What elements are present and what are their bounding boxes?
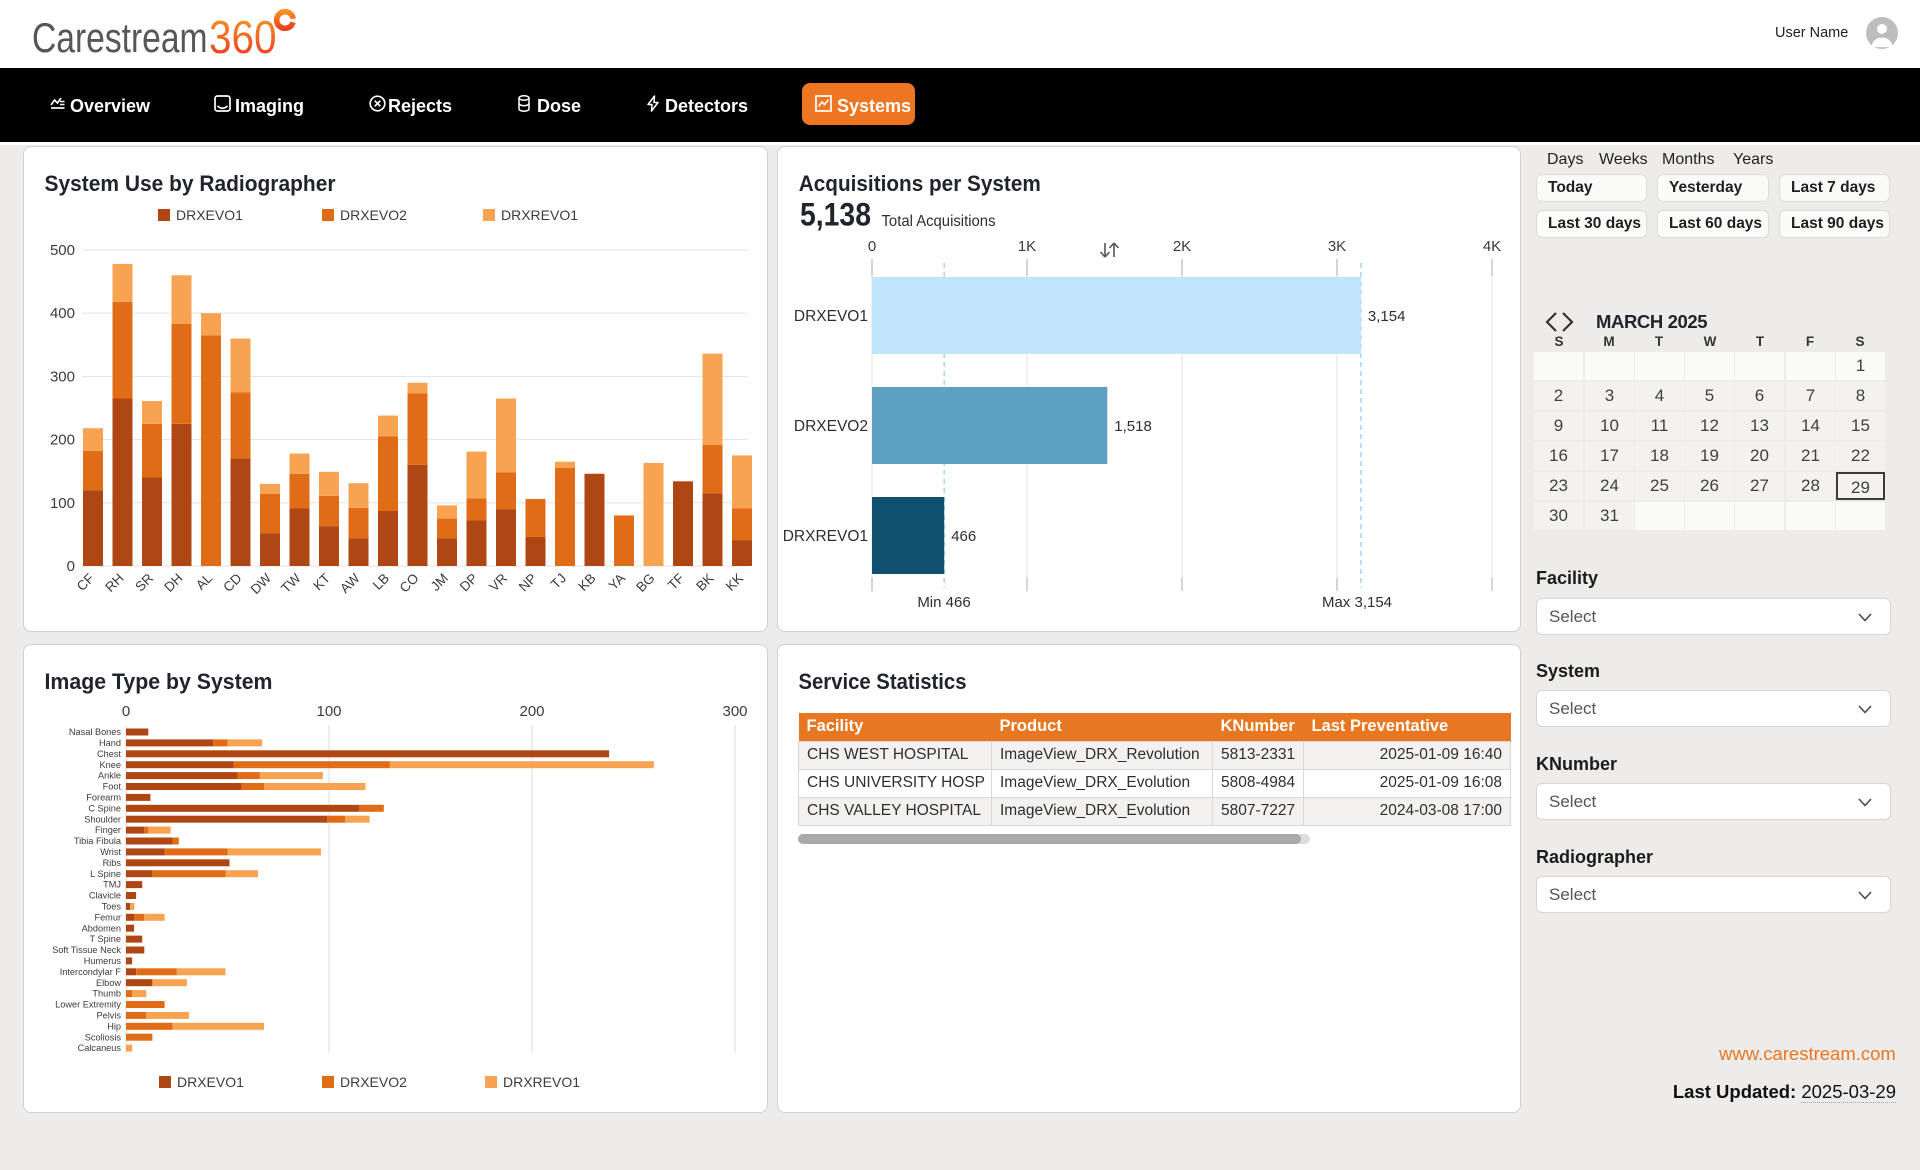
svg-text:Acquisitions per System: Acquisitions per System xyxy=(799,171,1041,196)
svg-text:200: 200 xyxy=(50,432,75,449)
svg-text:Toes: Toes xyxy=(102,902,122,912)
svg-text:Scoliosis: Scoliosis xyxy=(85,1032,122,1042)
svg-text:CO: CO xyxy=(397,571,422,596)
svg-text:Lower Extremity: Lower Extremity xyxy=(55,1000,121,1010)
svg-text:DP: DP xyxy=(457,571,481,595)
svg-text:SR: SR xyxy=(132,570,156,594)
svg-text:DH: DH xyxy=(161,571,185,595)
svg-text:Calcaneus: Calcaneus xyxy=(78,1043,122,1053)
svg-text:TF: TF xyxy=(665,571,687,593)
svg-text:Abdomen: Abdomen xyxy=(82,923,121,933)
svg-text:4K: 4K xyxy=(1483,238,1501,255)
svg-text:DW: DW xyxy=(248,570,275,597)
svg-text:AL: AL xyxy=(193,570,216,593)
svg-text:1,518: 1,518 xyxy=(1114,418,1152,435)
svg-text:DRXEVO2: DRXEVO2 xyxy=(340,1074,407,1090)
svg-text:Chest: Chest xyxy=(97,749,121,759)
svg-text:Foot: Foot xyxy=(103,782,122,792)
svg-text:DRXEVO2: DRXEVO2 xyxy=(340,207,407,223)
svg-text:3K: 3K xyxy=(1328,238,1346,255)
svg-text:CD: CD xyxy=(220,570,245,595)
svg-text:DRXEVO1: DRXEVO1 xyxy=(176,207,243,223)
svg-text:TMJ: TMJ xyxy=(103,880,121,890)
svg-text:DRXREVO1: DRXREVO1 xyxy=(501,207,578,223)
svg-text:Min 466: Min 466 xyxy=(917,594,970,611)
svg-text:AW: AW xyxy=(337,570,363,596)
svg-text:L Spine: L Spine xyxy=(90,869,121,879)
svg-text:BG: BG xyxy=(633,571,657,595)
svg-text:Humerus: Humerus xyxy=(84,956,122,966)
svg-text:Ankle: Ankle xyxy=(98,771,121,781)
svg-text:VR: VR xyxy=(486,570,510,594)
svg-text:5,138: 5,138 xyxy=(800,197,871,233)
svg-text:Service Statistics: Service Statistics xyxy=(799,669,967,694)
svg-text:System Use by Radiographer: System Use by Radiographer xyxy=(45,171,336,196)
svg-text:Tibia Fibula: Tibia Fibula xyxy=(74,836,122,846)
svg-text:T Spine: T Spine xyxy=(90,934,122,944)
svg-text:Femur: Femur xyxy=(94,912,121,922)
svg-text:Pelvis: Pelvis xyxy=(96,1011,121,1021)
svg-text:2K: 2K xyxy=(1173,238,1191,255)
svg-text:Elbow: Elbow xyxy=(96,978,121,988)
svg-text:Clavicle: Clavicle xyxy=(89,891,121,901)
svg-text:0: 0 xyxy=(122,703,130,720)
svg-text:300: 300 xyxy=(50,368,75,385)
svg-text:NP: NP xyxy=(516,571,540,595)
svg-text:Thumb: Thumb xyxy=(92,989,121,999)
svg-text:Knee: Knee xyxy=(100,760,121,770)
svg-text:Max 3,154: Max 3,154 xyxy=(1322,594,1392,611)
svg-text:DRXREVO1: DRXREVO1 xyxy=(503,1074,580,1090)
svg-text:DRXEVO2: DRXEVO2 xyxy=(794,418,868,435)
svg-text:TJ: TJ xyxy=(548,571,569,592)
svg-text:500: 500 xyxy=(50,242,75,259)
svg-text:BK: BK xyxy=(693,571,716,594)
svg-text:Image Type by System: Image Type by System xyxy=(45,669,273,694)
svg-text:0: 0 xyxy=(868,238,876,255)
svg-text:200: 200 xyxy=(519,703,544,720)
svg-text:Soft Tissue Neck: Soft Tissue Neck xyxy=(52,945,121,955)
svg-text:Intercondylar F: Intercondylar F xyxy=(60,967,122,977)
svg-text:0: 0 xyxy=(67,558,75,575)
svg-text:Forearm: Forearm xyxy=(86,793,121,803)
svg-text:LB: LB xyxy=(370,571,392,593)
svg-text:C Spine: C Spine xyxy=(88,803,121,813)
svg-text:Nasal Bones: Nasal Bones xyxy=(69,727,121,737)
svg-text:Total Acquisitions: Total Acquisitions xyxy=(882,213,996,230)
svg-text:100: 100 xyxy=(316,703,341,720)
svg-text:TW: TW xyxy=(278,570,304,596)
svg-text:Shoulder: Shoulder xyxy=(84,814,121,824)
svg-text:RH: RH xyxy=(102,571,126,595)
svg-text:1K: 1K xyxy=(1018,238,1036,255)
svg-text:Hip: Hip xyxy=(107,1021,121,1031)
svg-text:DRXEVO1: DRXEVO1 xyxy=(177,1074,244,1090)
svg-text:3,154: 3,154 xyxy=(1368,308,1406,325)
svg-text:DRXEVO1: DRXEVO1 xyxy=(794,308,868,325)
svg-text:400: 400 xyxy=(50,305,75,322)
svg-text:Wrist: Wrist xyxy=(100,847,121,857)
svg-text:100: 100 xyxy=(50,495,75,512)
svg-text:KT: KT xyxy=(310,571,333,594)
svg-text:DRXREVO1: DRXREVO1 xyxy=(783,528,868,545)
svg-text:YA: YA xyxy=(605,571,628,594)
svg-text:KK: KK xyxy=(723,571,746,594)
svg-text:300: 300 xyxy=(722,703,747,720)
svg-text:CF: CF xyxy=(74,571,97,594)
svg-text:466: 466 xyxy=(951,528,976,545)
svg-text:Finger: Finger xyxy=(95,825,121,835)
svg-text:JM: JM xyxy=(428,571,451,594)
svg-text:Hand: Hand xyxy=(99,738,121,748)
svg-text:Ribs: Ribs xyxy=(103,858,122,868)
svg-text:KB: KB xyxy=(575,571,598,594)
